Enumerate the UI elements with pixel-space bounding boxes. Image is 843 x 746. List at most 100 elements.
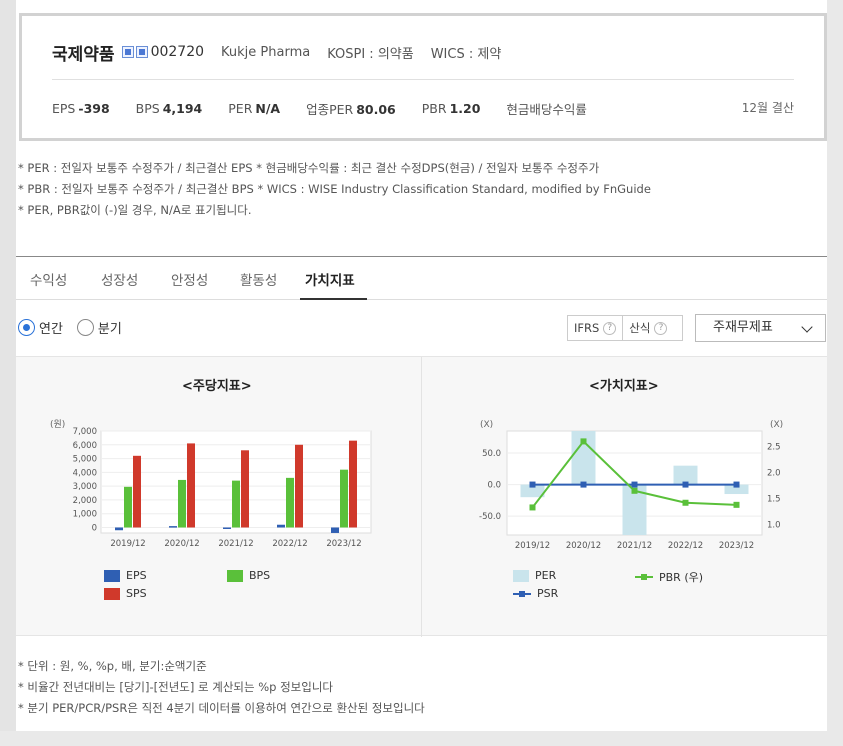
- bar-bps: [340, 469, 348, 528]
- pbr-indicator: PBR 1.20: [421, 100, 481, 116]
- pbr-point: [529, 504, 536, 511]
- company-title-row: 국제약품 002720 Kukje Pharma KOSPI : 의약품 WIC…: [52, 40, 502, 65]
- legend-per: PER: [513, 569, 556, 582]
- legend-swatch-eps: [104, 569, 120, 582]
- note-line: * PER : 전일자 보통주 수정주가 / 최근결산 EPS * 현금배당수익…: [18, 161, 600, 175]
- pbr-point: [580, 438, 587, 445]
- left-axis-unit: (X): [480, 420, 493, 430]
- stock-code: 002720: [150, 44, 205, 60]
- right-tick-label: 2.0: [767, 469, 781, 479]
- per-share-chart: (원) 7,000 6,000 5,000 4,000 3,000 2,000 1,000 0 2…: [50, 419, 372, 549]
- indicator-row: EPS -398 BPS 4,194 PER N/A 업종PER 80.06 PBR 1.…: [52, 98, 794, 118]
- value-chart: (X) (X) 50.0 0.0 -50.0 2.5 2.0 1.5 1.0 2019/12 202…: [479, 420, 783, 551]
- company-summary: 국제약품 002720 Kukje Pharma KOSPI : 의약품 WIC…: [19, 13, 827, 141]
- psr-point: [733, 481, 740, 488]
- quarter-radio[interactable]: [76, 319, 94, 336]
- chevron-down-icon: [801, 321, 813, 333]
- y-tick-label: 2,000: [73, 496, 97, 506]
- help-icon[interactable]: ?: [654, 321, 668, 335]
- x-tick-label: 2019/12: [110, 539, 145, 549]
- bar-sps: [187, 443, 195, 528]
- note-line: * 분기 PER/PCR/PSR은 직전 4분기 데이터를 이용하여 연간으로 …: [18, 701, 425, 715]
- note-line: * 단위 : 원, %, %p, 배, 분기:순액기준: [18, 659, 207, 673]
- eps-indicator: EPS -398: [52, 100, 110, 116]
- legend-sps: SPS: [104, 587, 147, 600]
- market-info: KOSPI : 의약품: [327, 46, 414, 62]
- bar-bps: [178, 479, 186, 528]
- bar-sps: [241, 450, 249, 528]
- bar-eps: [277, 524, 285, 528]
- x-tick-label: 2022/12: [668, 541, 703, 551]
- per-share-chart-title: <주당지표>: [182, 379, 252, 394]
- bar-sps: [133, 455, 141, 528]
- x-tick-label: 2023/12: [326, 539, 361, 549]
- x-tick-label: 2019/12: [515, 541, 550, 551]
- pbr-point: [733, 501, 740, 508]
- pbr-point: [631, 487, 638, 494]
- y-tick-label: 6,000: [73, 441, 97, 451]
- y-tick-label: 4,000: [73, 468, 97, 478]
- formula-option[interactable]: 산식?: [623, 320, 673, 336]
- bar-eps: [169, 526, 177, 528]
- right-tick-label: 1.5: [767, 495, 781, 505]
- legend-swatch-sps: [104, 587, 120, 600]
- tab-value-indicators[interactable]: 가치지표: [305, 269, 355, 289]
- left-tick-label: 50.0: [482, 449, 501, 459]
- psr-point: [529, 481, 536, 488]
- pbr-point: [682, 499, 689, 506]
- company-name: 국제약품: [52, 44, 115, 65]
- y-tick-label: 7,000: [73, 427, 97, 437]
- tab-profitability[interactable]: 수익성: [30, 269, 67, 289]
- bar-bps: [232, 480, 240, 528]
- left-margin: [0, 0, 16, 746]
- psr-point: [631, 481, 638, 488]
- note-line: * PER, PBR값이 (-)일 경우, N/A로 표기됩니다.: [18, 203, 252, 217]
- x-tick-label: 2020/12: [164, 539, 199, 549]
- legend-psr: PSR: [513, 587, 558, 600]
- footer-strip: [0, 731, 843, 746]
- tab-growth[interactable]: 성장성: [101, 269, 138, 289]
- psr-point: [682, 481, 689, 488]
- note-line: * 비율간 전년대비는 [당기]-[전년도] 로 계산되는 %p 정보입니다: [18, 680, 333, 694]
- active-tab-underline: [300, 298, 367, 300]
- right-axis-unit: (X): [770, 420, 783, 430]
- help-icon[interactable]: ?: [603, 321, 617, 335]
- period-selector: 연간 분기: [18, 318, 136, 337]
- chart-divider: [421, 357, 422, 637]
- left-tick-label: -50.0: [479, 512, 501, 522]
- tab-stability[interactable]: 안정성: [171, 269, 208, 289]
- home-icon[interactable]: [121, 46, 134, 58]
- bps-indicator: BPS 4,194: [135, 100, 203, 116]
- english-name: Kukje Pharma: [221, 44, 311, 60]
- y-tick-label: 0: [92, 523, 97, 533]
- bar-eps: [115, 527, 123, 531]
- annual-radio[interactable]: [18, 319, 35, 336]
- note-line: * PBR : 전일자 보통주 수정주가 / 최근결산 BPS * WICS :…: [18, 182, 651, 196]
- x-tick-label: 2023/12: [719, 541, 754, 551]
- legend-pbr: PBR (우): [635, 569, 703, 585]
- right-tick-label: 2.5: [767, 443, 781, 453]
- x-tick-label: 2021/12: [218, 539, 253, 549]
- legend-swatch-per: [513, 569, 529, 582]
- dividend-yield-indicator: 현금배당수익률: [506, 101, 587, 117]
- per-indicator: PER N/A: [228, 100, 281, 116]
- statement-type-select[interactable]: 주재무제표: [695, 314, 826, 342]
- annual-label[interactable]: 연간: [39, 318, 63, 337]
- wics-info: WICS : 제약: [430, 46, 502, 62]
- unit-notes: * 단위 : 원, %, %p, 배, 분기:순액기준 * 비율간 전년대비는 …: [18, 656, 425, 719]
- ir-icon[interactable]: [135, 46, 148, 58]
- bar-bps: [124, 486, 132, 528]
- legend-swatch-psr: [513, 590, 531, 597]
- tab-activity[interactable]: 활동성: [240, 269, 277, 289]
- ifrs-option[interactable]: IFRS?: [568, 321, 622, 335]
- quarter-label[interactable]: 분기: [98, 318, 122, 337]
- right-tick-label: 1.0: [767, 521, 781, 531]
- divider: [52, 79, 794, 80]
- x-tick-label: 2022/12: [272, 539, 307, 549]
- indicator-notes: * PER : 전일자 보통주 수정주가 / 최근결산 EPS * 현금배당수익…: [18, 158, 651, 221]
- bar-sps: [295, 444, 303, 528]
- ratio-tabs: 수익성 성장성 안정성 활동성 가치지표: [16, 256, 827, 300]
- y-tick-label: 5,000: [73, 455, 97, 465]
- x-tick-label: 2021/12: [617, 541, 652, 551]
- option-box: IFRS? 산식?: [567, 315, 683, 341]
